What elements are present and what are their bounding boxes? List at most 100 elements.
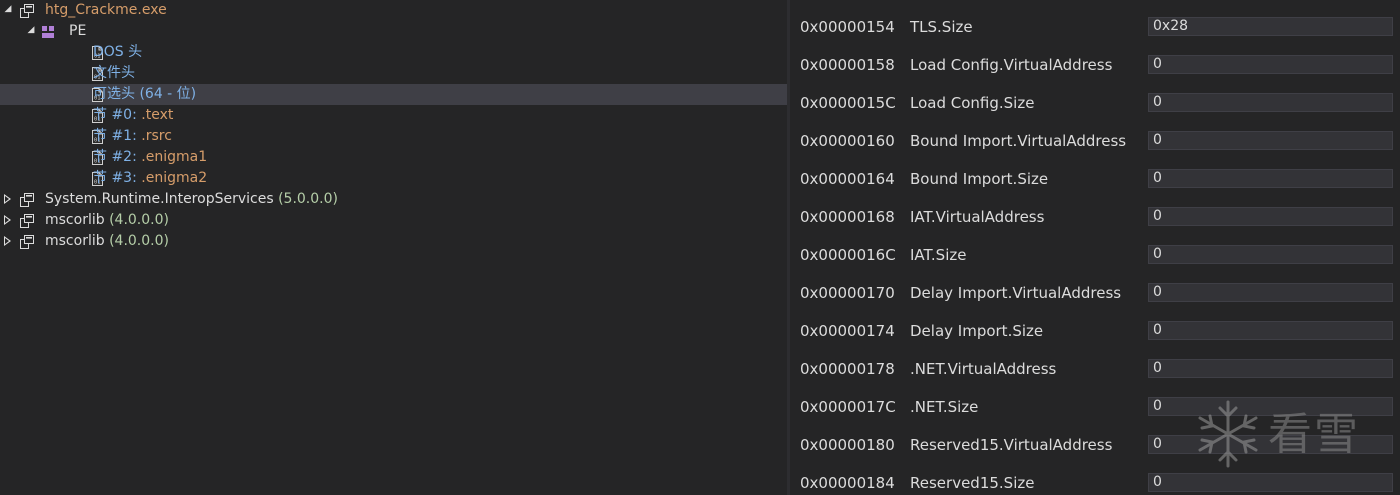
property-row: 0x00000174 Delay Import.Size 0 (790, 304, 1400, 342)
tree-node-name: 节 #1: (93, 128, 142, 144)
snowflake-logo-icon (1198, 400, 1258, 468)
property-row: 0x00000178 .NET.VirtualAddress 0 (790, 342, 1400, 380)
field-name: Load Config.VirtualAddress (910, 56, 1113, 74)
property-row: 0x0000016C IAT.Size 0 (790, 228, 1400, 266)
property-row: 0x00000154 TLS.Size 0x28 (790, 0, 1400, 38)
tree-node-suffix: .rsrc (141, 128, 172, 144)
field-name: TLS.Size (910, 18, 973, 36)
tree-node-label: System.Runtime.InteropServices (5.0.0.0) (45, 189, 338, 210)
tree-node[interactable]: mscorlib (4.0.0.0) (0, 231, 787, 252)
field-value-input[interactable]: 0 (1148, 283, 1393, 302)
property-row: 0x00000170 Delay Import.VirtualAddress 0 (790, 266, 1400, 304)
tree-node-name: 可选头 (93, 86, 135, 102)
tree-node-name: mscorlib (45, 233, 110, 249)
tree-node-label: 节 #1: .rsrc (93, 126, 172, 147)
tree-node-name: 节 #2: (93, 149, 142, 165)
tree-node[interactable]: 01 文件头 (0, 63, 787, 84)
field-name: Bound Import.VirtualAddress (910, 132, 1127, 150)
collapse-arrow-icon[interactable] (25, 21, 37, 42)
expand-arrow-icon[interactable] (2, 231, 14, 252)
field-name: Delay Import.VirtualAddress (910, 284, 1122, 302)
tree-node-name: 节 #0: (93, 107, 142, 123)
tree-node[interactable]: System.Runtime.InteropServices (5.0.0.0) (0, 189, 787, 210)
field-offset: 0x00000158 (800, 56, 895, 74)
field-name: Load Config.Size (910, 94, 1035, 112)
field-name: IAT.Size (910, 246, 967, 264)
tree-node-suffix: .text (141, 107, 174, 123)
watermark: 看雪 (1192, 396, 1400, 476)
property-row: 0x00000160 Bound Import.VirtualAddress 0 (790, 114, 1400, 152)
field-value-input[interactable]: 0 (1148, 131, 1393, 150)
field-offset: 0x00000154 (800, 18, 895, 36)
tree-node-suffix: (4.0.0.0) (109, 233, 169, 249)
tree-node-suffix: (5.0.0.0) (278, 191, 338, 207)
field-name: Bound Import.Size (910, 170, 1049, 188)
field-value-input[interactable]: 0 (1148, 245, 1393, 264)
field-value-input[interactable]: 0 (1148, 321, 1393, 340)
expand-arrow-icon[interactable] (2, 210, 14, 231)
property-row: 0x00000158 Load Config.VirtualAddress 0 (790, 38, 1400, 76)
field-offset: 0x00000160 (800, 132, 895, 150)
assembly-icon (19, 213, 35, 229)
tree-node[interactable]: mscorlib (4.0.0.0) (0, 210, 787, 231)
field-name: Delay Import.Size (910, 322, 1044, 340)
field-offset: 0x00000170 (800, 284, 895, 302)
field-value-input[interactable]: 0 (1148, 359, 1393, 378)
tree-node[interactable]: PE (0, 21, 787, 42)
pe-module-icon (41, 24, 57, 40)
tree-node-name: 节 #3: (93, 170, 142, 186)
assembly-explorer-tree[interactable]: htg_Crackme.exe PE 01DOS 头01文件头01可选头 (64 -… (0, 0, 787, 495)
tree-node[interactable]: 01 DOS 头 (0, 42, 787, 63)
field-offset: 0x0000017C (800, 398, 896, 416)
field-value-input[interactable]: 0 (1148, 55, 1393, 74)
field-offset: 0x00000168 (800, 208, 895, 226)
field-offset: 0x00000184 (800, 474, 895, 492)
tree-node-label: 可选头 (64 - 位) (93, 84, 196, 105)
tree-node[interactable]: 01 节 #1: .rsrc (0, 126, 787, 147)
field-offset: 0x00000174 (800, 322, 895, 340)
watermark-text: 看雪 (1268, 409, 1360, 460)
assembly-icon (19, 234, 35, 250)
tree-node-label: 节 #0: .text (93, 105, 173, 126)
field-offset: 0x00000178 (800, 360, 895, 378)
tree-node-suffix: (4.0.0.0) (109, 212, 169, 228)
assembly-icon (19, 192, 35, 208)
tree-node-name: PE (69, 23, 87, 39)
field-value-input[interactable]: 0 (1148, 207, 1393, 226)
tree-node-label: DOS 头 (93, 42, 142, 63)
field-name: IAT.VirtualAddress (910, 208, 1045, 226)
collapse-arrow-icon[interactable] (2, 0, 14, 21)
tree-node[interactable]: 01 节 #0: .text (0, 105, 787, 126)
tree-node-label: 节 #3: .enigma2 (93, 168, 207, 189)
field-offset: 0x0000016C (800, 246, 896, 264)
tree-node[interactable]: htg_Crackme.exe (0, 0, 787, 21)
field-offset: 0x00000164 (800, 170, 895, 188)
tree-node[interactable]: 01 可选头 (64 - 位) (0, 84, 787, 105)
tree-node-name: htg_Crackme.exe (45, 2, 167, 18)
tree-node[interactable]: 01 节 #2: .enigma1 (0, 147, 787, 168)
field-value-input[interactable]: 0x28 (1148, 17, 1393, 36)
field-offset: 0x0000015C (800, 94, 896, 112)
tree-node-label: PE (69, 21, 86, 42)
tree-node-label: 节 #2: .enigma1 (93, 147, 207, 168)
tree-node-suffix: .enigma2 (141, 170, 208, 186)
tree-node-name: System.Runtime.InteropServices (45, 191, 279, 207)
tree-node-name: 文件头 (93, 65, 135, 81)
tree-node-name: mscorlib (45, 212, 110, 228)
field-value-input[interactable]: 0 (1148, 93, 1393, 112)
property-row: 0x0000015C Load Config.Size 0 (790, 76, 1400, 114)
tree-node-suffix: (64 - 位) (135, 86, 197, 102)
expand-arrow-icon[interactable] (2, 189, 14, 210)
tree-node-suffix: .enigma1 (141, 149, 208, 165)
field-name: .NET.Size (910, 398, 979, 416)
field-offset: 0x00000180 (800, 436, 895, 454)
field-value-input[interactable]: 0 (1148, 169, 1393, 188)
field-name: Reserved15.Size (910, 474, 1035, 492)
field-name: .NET.VirtualAddress (910, 360, 1057, 378)
tree-node-name: DOS 头 (93, 44, 143, 60)
tree-node[interactable]: 01 节 #3: .enigma2 (0, 168, 787, 189)
tree-node-label: mscorlib (4.0.0.0) (45, 210, 169, 231)
dnspy-window: htg_Crackme.exe PE 01DOS 头01文件头01可选头 (64 -… (0, 0, 1400, 495)
tree-node-label: 文件头 (93, 63, 135, 84)
tree-node-label: mscorlib (4.0.0.0) (45, 231, 169, 252)
